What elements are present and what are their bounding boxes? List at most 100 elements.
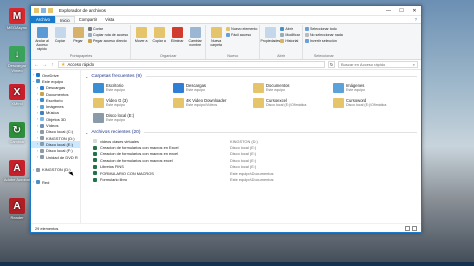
file-icon	[93, 151, 97, 156]
cut-button[interactable]: Cortar	[88, 27, 128, 31]
large-icons-view-icon[interactable]	[412, 225, 417, 231]
refresh-icon[interactable]: ↻	[328, 61, 335, 68]
app-icon: ↻	[9, 122, 25, 138]
select-none-button[interactable]: No seleccionar nada	[304, 33, 343, 37]
nav-item-label: Documentos	[46, 91, 69, 97]
paste-label: Pegar	[73, 39, 83, 43]
nav-item-label: Unidad de DVD R	[46, 154, 78, 160]
organize-group: Mover a Copiar a Eliminar Cambiar nombre…	[131, 25, 207, 59]
forward-arrow-icon[interactable]: →	[42, 62, 47, 68]
rename-label: Cambiar nombre	[188, 39, 202, 47]
desktop-icon-label: XMind	[11, 101, 23, 106]
drive-icon	[36, 167, 40, 172]
address-path[interactable]: ★ Acceso rápido	[58, 61, 325, 68]
desktop-icon[interactable]: ↻ Cambiar	[2, 122, 32, 144]
copy-path-button[interactable]: Copiar ruta de acceso	[88, 33, 128, 37]
file-name: Libretos FINS	[100, 164, 124, 170]
search-placeholder: Buscar en Acceso rápido	[341, 62, 386, 67]
select-group: Seleccionar todo No seleccionar nada Inv…	[303, 25, 345, 59]
maximize-button[interactable]: ☐	[395, 6, 408, 16]
close-button[interactable]: ✕	[408, 6, 421, 16]
desktop-icon[interactable]: M MEGAsync	[2, 8, 32, 30]
drive-icon	[40, 104, 44, 109]
open-icon	[280, 27, 285, 31]
drive-icon	[40, 123, 44, 128]
quick-access-toolbar	[31, 8, 53, 13]
history-label: Historial	[285, 39, 299, 43]
copy-path-icon	[88, 33, 92, 37]
help-button[interactable]: ?	[411, 16, 421, 23]
edit-button[interactable]: Modificar	[280, 33, 300, 37]
folder-tile[interactable]: Cursoexcel Disco local (E:)\Ofimática	[253, 98, 333, 110]
paste-shortcut-icon	[88, 39, 92, 43]
folder-tile[interactable]: Descargas Este equipo	[173, 83, 253, 95]
folder-icon	[34, 8, 39, 13]
recent-files-header[interactable]: ⌄ Archivos recientes (20)	[85, 128, 417, 136]
copy-icon	[54, 27, 66, 38]
tab-file[interactable]: Archivo	[31, 16, 55, 23]
paste-button[interactable]: Pegar	[70, 27, 86, 43]
paste-shortcut-button[interactable]: Pegar acceso directo	[88, 39, 128, 43]
move-to-button[interactable]: Mover a	[133, 27, 149, 43]
desktop-icon[interactable]: ↓ Descargar Vimeo	[2, 46, 32, 73]
folder-tile[interactable]: Imágenes Este equipo	[333, 83, 413, 95]
frequent-folders-header[interactable]: ⌄ Carpetas frecuentes (9)	[85, 72, 417, 80]
copy-to-button[interactable]: Copiar a	[151, 27, 167, 43]
organize-group-label: Organizar	[159, 54, 177, 58]
back-arrow-icon[interactable]: ←	[34, 62, 39, 68]
drive-icon	[40, 92, 44, 97]
nav-item[interactable]: › Red	[31, 179, 80, 185]
tab-share[interactable]: Compartir	[75, 16, 101, 23]
folder-location: Este equipo	[106, 103, 125, 107]
chevron-down-icon: ⌄	[85, 129, 89, 135]
file-location: Disco local (E:)	[230, 145, 257, 151]
copy-to-label: Copiar a	[152, 39, 166, 43]
new-folder-button[interactable]: Nueva carpeta	[208, 27, 224, 47]
folder-tile[interactable]: Documentos Este equipo	[253, 83, 333, 95]
rename-button[interactable]: Cambiar nombre	[187, 27, 203, 47]
folder-location: Este equipo	[186, 88, 205, 92]
recent-file-row[interactable]: Formulario libro Este equipo\Documentos	[93, 176, 417, 182]
easy-access-button[interactable]: Fácil acceso	[226, 33, 257, 37]
move-to-label: Mover a	[134, 39, 148, 43]
folder-location: Este equipo	[346, 88, 365, 92]
properties-button[interactable]: Propiedades	[260, 27, 281, 43]
details-view-icon[interactable]	[405, 225, 410, 231]
history-button[interactable]: Historial	[280, 39, 300, 43]
nav-item-label: Vídeos	[46, 123, 59, 129]
taskbar	[0, 262, 474, 266]
file-name: Creacion de formularios con macros en ex…	[100, 151, 179, 157]
recent-files-title: Archivos recientes (20)	[91, 129, 141, 135]
new-folder-icon[interactable]	[48, 8, 53, 13]
app-icon: A	[9, 160, 25, 176]
pin-quick-access-button[interactable]: Anclar al Acceso rápido	[34, 27, 50, 51]
tab-view[interactable]: Vista	[101, 16, 118, 23]
desktop-icon[interactable]: A Adobe Acrobat	[2, 160, 32, 182]
folder-location: Este equipo	[106, 88, 125, 92]
folder-tile[interactable]: Vídeo G (3) Este equipo	[93, 98, 173, 110]
properties-label: Propiedades	[260, 39, 281, 43]
minimize-button[interactable]: —	[382, 6, 395, 16]
tab-home[interactable]: Inicio	[54, 16, 75, 23]
new-item-icon	[226, 27, 231, 31]
invert-selection-icon	[304, 39, 309, 43]
folder-tile[interactable]: Escritorio Este equipo	[93, 83, 173, 95]
select-all-button[interactable]: Seleccionar todo	[304, 27, 343, 31]
desktop-icon-label: Reader	[10, 215, 24, 220]
open-button[interactable]: Abrir	[280, 27, 300, 31]
move-to-icon	[135, 27, 147, 38]
new-item-button[interactable]: Nuevo elemento	[226, 27, 257, 31]
folder-tile[interactable]: Cursoword Disco local (E:)\Ofimática	[333, 98, 413, 110]
frequent-folders-grid: Escritorio Este equipo Descargas Este equip…	[85, 80, 417, 128]
copy-button[interactable]: Copiar	[52, 27, 68, 43]
up-arrow-icon[interactable]: ↑	[50, 62, 55, 68]
delete-button[interactable]: Eliminar	[169, 27, 185, 43]
folder-tile[interactable]: Disco local (E:) Este equipo	[93, 113, 173, 125]
invert-selection-button[interactable]: Invertir selección	[304, 39, 343, 43]
properties-icon[interactable]	[41, 8, 46, 13]
desktop-icon[interactable]: X XMind	[2, 84, 32, 106]
folder-tile[interactable]: 4K Video Downloader Este equipo\Vídeos	[173, 98, 253, 110]
search-input[interactable]: Buscar en Acceso rápido ⌕	[338, 61, 418, 68]
nav-item-label: Objetos 3D	[46, 116, 67, 122]
desktop-icon[interactable]: A Reader	[2, 198, 32, 220]
